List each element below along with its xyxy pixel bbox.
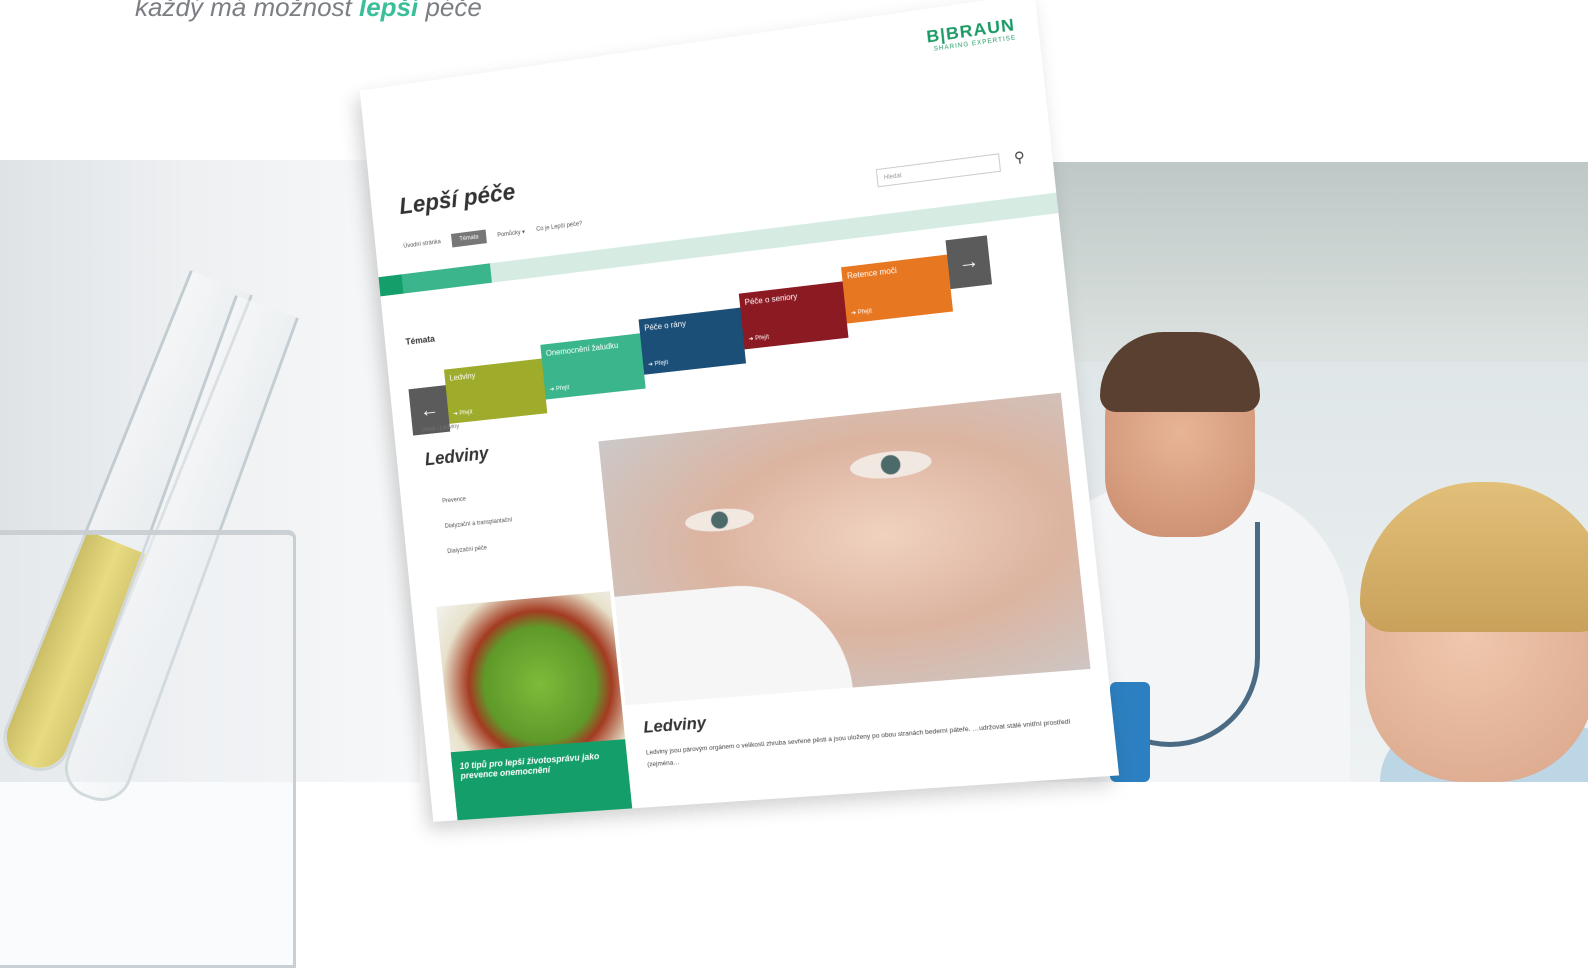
towel	[614, 576, 853, 706]
tile-seniors[interactable]: Péče o seniory ➜ Přejít	[738, 281, 849, 350]
tagline-accent: lepší	[358, 0, 419, 22]
tile-label: Ledviny	[449, 371, 476, 383]
nav-item-about[interactable]: Co je Lepší péče?	[536, 221, 583, 233]
search-icon[interactable]: ⚲	[1013, 148, 1026, 167]
nav-item-topics[interactable]: Témata	[451, 229, 487, 248]
eye	[848, 447, 933, 482]
hero-image	[598, 392, 1091, 706]
tagline-prefix: každý má možnost	[135, 0, 359, 22]
mockup-page: B|BRAUN SHARING EXPERTISE Lepší péče Úvo…	[359, 0, 1120, 822]
search-input[interactable]: Hledat	[875, 153, 1002, 188]
tile-label: Péče o rány	[643, 319, 687, 333]
arrow-right-icon: →	[957, 249, 981, 275]
article-text: Ledviny jsou párovým orgánem o velikosti…	[645, 718, 1071, 769]
tile-label: Péče o seniory	[744, 291, 798, 308]
tile-label: Onemocnění žaludku	[545, 340, 619, 358]
tile-label: Retence moči	[846, 265, 898, 281]
side-link-care[interactable]: Dialyzační péče	[446, 533, 516, 565]
photo-window	[1050, 162, 1588, 362]
tile-go-link[interactable]: ➜ Přejít	[648, 359, 669, 368]
tile-urine[interactable]: Retence moči ➜ Přejít	[841, 254, 954, 324]
side-menu: Prevence Dialyzační a transplantační Dia…	[441, 482, 516, 564]
top-nav: Úvodní stránka Témata Pomůcky ▾ Co je Le…	[403, 217, 583, 253]
tile-kidneys[interactable]: Ledviny ➜ Přejít	[443, 358, 548, 424]
tile-stomach[interactable]: Onemocnění žaludku ➜ Přejít	[540, 333, 646, 400]
tile-wounds[interactable]: Péče o rány ➜ Přejít	[638, 307, 747, 375]
lab-photo	[0, 160, 420, 968]
tile-go-link[interactable]: ➜ Přejít	[453, 409, 473, 418]
bbraun-logo[interactable]: B|BRAUN SHARING EXPERTISE	[925, 15, 1016, 54]
tile-go-link[interactable]: ➜ Přejít	[851, 308, 873, 317]
beaker	[0, 530, 296, 968]
website-mockup: B|BRAUN SHARING EXPERTISE Lepší péče Úvo…	[359, 0, 1120, 822]
tile-go-link[interactable]: ➜ Přejít	[549, 384, 569, 393]
nav-item-aids[interactable]: Pomůcky ▾	[497, 228, 525, 238]
arrow-left-icon: ←	[418, 398, 440, 422]
next-arrow-button[interactable]: →	[945, 235, 993, 290]
nav-item-home[interactable]: Úvodní stránka	[403, 239, 441, 250]
nurse-hair	[1360, 482, 1588, 632]
eye	[684, 505, 756, 535]
article-title: Ledviny	[642, 713, 708, 737]
section-title: Ledviny	[423, 443, 490, 470]
site-title[interactable]: Lepší péče	[398, 179, 516, 221]
tagline: každý má možnost lepší péče	[135, 0, 482, 23]
tagline-suffix: péče	[418, 0, 482, 22]
tile-go-link[interactable]: ➜ Přejít	[748, 334, 769, 343]
promo-caption[interactable]: 10 tipů pro lepší životosprávu jako prev…	[450, 739, 633, 821]
